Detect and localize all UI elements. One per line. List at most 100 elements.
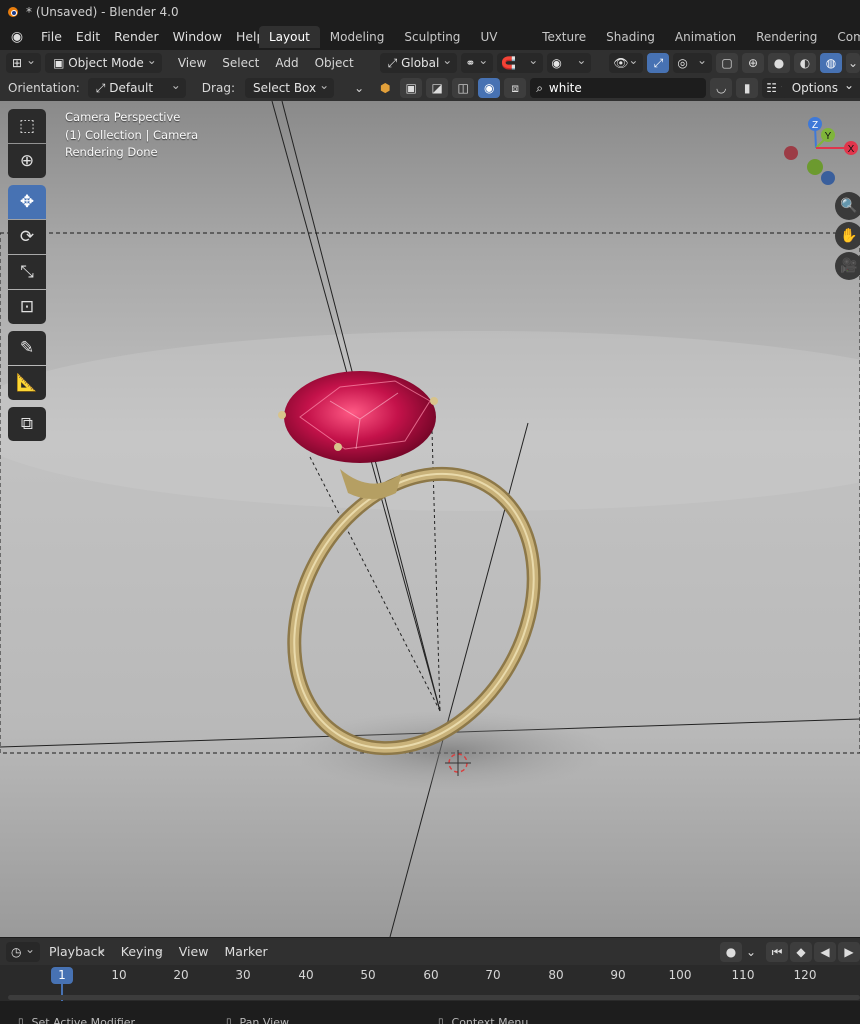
- tab-sculpting[interactable]: Sculpting: [394, 26, 470, 48]
- pan-button[interactable]: ✋: [835, 222, 860, 250]
- select-set-subtract-icon[interactable]: ◫: [452, 78, 475, 98]
- play-button[interactable]: ▶: [838, 941, 860, 962]
- menu-file[interactable]: File: [34, 24, 69, 50]
- tick-label-70: 70: [485, 968, 501, 982]
- search-icon: ⌕: [536, 80, 543, 95]
- menu-window[interactable]: Window: [166, 24, 229, 50]
- tick-label-100: 100: [668, 968, 692, 982]
- mouse-left-icon: ▯: [18, 1017, 24, 1024]
- tool-select-box[interactable]: ⬚: [8, 109, 46, 143]
- tick-label-30: 30: [235, 968, 251, 982]
- tick-label-50: 50: [360, 968, 376, 982]
- viewport-menu-select[interactable]: Select: [216, 56, 265, 70]
- tool-cursor[interactable]: ⊕: [8, 144, 46, 178]
- orientation-dropdown[interactable]: ⤢ Default: [87, 75, 186, 98]
- 3d-viewport[interactable]: Z Y X Camera Perspective (1) Collection …: [0, 101, 860, 937]
- viewport-info-line-2: (1) Collection | Camera: [65, 127, 199, 142]
- current-frame-badge[interactable]: 1: [51, 967, 73, 984]
- collapse-chevron-icon[interactable]: ⌄: [348, 81, 370, 95]
- timeline-menu-marker[interactable]: Marker: [217, 944, 274, 959]
- gizmo-y-label: Y: [825, 131, 832, 142]
- prev-keyframe-button[interactable]: ◆: [790, 941, 812, 962]
- tool-scale[interactable]: ⤡: [8, 255, 46, 289]
- timeline-editor-type[interactable]: ◷: [6, 939, 40, 962]
- tab-layout[interactable]: Layout: [259, 26, 320, 48]
- menu-render[interactable]: Render: [107, 24, 166, 50]
- tab-shading[interactable]: Shading: [596, 26, 665, 48]
- gizmo-z-label: Z: [812, 120, 818, 131]
- viewport-menu-view[interactable]: View: [172, 56, 212, 70]
- timeline-menu-view[interactable]: View: [172, 944, 216, 959]
- drag-label: Drag:: [201, 81, 235, 95]
- tick-label-10: 10: [111, 968, 127, 982]
- shading-rendered-button[interactable]: ◍: [820, 52, 842, 73]
- gizmo-x-label: X: [848, 144, 855, 155]
- tab-uv-editing[interactable]: UV Editing: [470, 26, 532, 66]
- transform-icon: ⊡: [19, 297, 35, 317]
- gizmo-toggle-button[interactable]: ⤢: [647, 52, 670, 73]
- drag-dropdown[interactable]: Select Box: [244, 75, 335, 98]
- color-wheel-icon[interactable]: ⬢: [374, 78, 396, 98]
- mouse-right-icon: ▯: [438, 1017, 444, 1024]
- bookmark-icon[interactable]: ▮: [736, 78, 759, 98]
- pivot-point-dropdown[interactable]: ⚭: [461, 50, 494, 73]
- tool-move[interactable]: ✥: [8, 185, 46, 219]
- tool-shelf: ⬚ ⊕ ✥ ⟳ ⤡ ⊡ ✎ 📐 ⧉: [8, 109, 48, 442]
- editor-type-selector[interactable]: ⊞: [6, 50, 42, 73]
- tab-compositing[interactable]: Comp: [827, 26, 860, 48]
- tool-transform[interactable]: ⊡: [8, 290, 46, 324]
- orientation-label: Orientation:: [8, 81, 80, 95]
- viewport-menu-object[interactable]: Object: [309, 56, 360, 70]
- play-reverse-button[interactable]: ◀: [814, 941, 836, 962]
- tick-label-120: 120: [793, 968, 817, 982]
- xray-toggle-button[interactable]: ▢: [716, 52, 738, 73]
- select-set-new-icon[interactable]: ▣: [400, 78, 423, 98]
- rotate-icon: ⟳: [19, 227, 35, 247]
- select-set-intersect-icon[interactable]: ⧈: [504, 78, 527, 98]
- tool-annotate[interactable]: ✎: [8, 331, 46, 365]
- overlay-dropdown[interactable]: ◎: [673, 50, 712, 73]
- shading-options-button[interactable]: ⌄: [846, 52, 860, 73]
- mode-selector[interactable]: ▣ Object Mode: [45, 50, 162, 73]
- timeline-menu-keying[interactable]: Keying: [114, 939, 170, 962]
- visibility-dropdown[interactable]: 👁: [609, 50, 644, 73]
- search-input[interactable]: ⌕ white: [530, 78, 707, 98]
- camera-view-button[interactable]: 🎥: [835, 252, 860, 280]
- timeline-ruler[interactable]: 10 20 30 40 50 60 70 80 90 100 110 120 1: [0, 965, 860, 1001]
- gizmo-neg-x[interactable]: [784, 146, 798, 160]
- tool-rotate[interactable]: ⟳: [8, 220, 46, 254]
- shading-material-button[interactable]: ◐: [794, 52, 816, 73]
- blender-menu-icon[interactable]: ◉: [0, 29, 34, 45]
- shading-wireframe-button[interactable]: ⊕: [742, 52, 764, 73]
- tab-rendering[interactable]: Rendering: [746, 26, 827, 48]
- tool-add-cube[interactable]: ⧉: [8, 407, 46, 441]
- tool-measure[interactable]: 📐: [8, 366, 46, 400]
- viewport-menu-add[interactable]: Add: [269, 56, 304, 70]
- zoom-button[interactable]: 🔍: [835, 192, 860, 220]
- tab-modeling[interactable]: Modeling: [320, 26, 395, 48]
- select-set-invert-icon[interactable]: ◉: [478, 78, 501, 98]
- transform-orientation-label: Global: [401, 55, 440, 70]
- record-options-button[interactable]: ⌄: [744, 942, 758, 962]
- jump-start-button[interactable]: ⏮: [766, 941, 788, 962]
- gizmo-neg-y[interactable]: [807, 159, 823, 175]
- menu-edit[interactable]: Edit: [69, 24, 107, 50]
- snap-dropdown[interactable]: 🧲: [497, 50, 544, 73]
- timeline-menu-playback[interactable]: Playback: [42, 939, 112, 962]
- search-value: white: [548, 81, 582, 95]
- mouse-middle-icon: ▯: [226, 1017, 232, 1024]
- viewport-info-line-3: Rendering Done: [65, 145, 158, 159]
- gizmo-neg-z[interactable]: [821, 171, 835, 185]
- filter-toggle-icon[interactable]: ◡: [710, 78, 733, 98]
- options-dropdown[interactable]: Options: [781, 75, 860, 98]
- transform-orientation-dropdown[interactable]: ⤢ Global: [379, 50, 458, 73]
- tab-animation[interactable]: Animation: [665, 26, 746, 48]
- select-set-extend-icon[interactable]: ◪: [426, 78, 449, 98]
- timeline-scrollbar[interactable]: [8, 995, 860, 1000]
- record-button[interactable]: ●: [720, 941, 742, 962]
- tab-texture-paint[interactable]: Texture Paint: [532, 26, 596, 66]
- annotate-icon: ✎: [19, 338, 35, 358]
- proportional-edit-dropdown[interactable]: ◉: [547, 50, 592, 73]
- status-pan-view: ▯ Pan View: [226, 1016, 289, 1024]
- shading-solid-button[interactable]: ●: [768, 52, 790, 73]
